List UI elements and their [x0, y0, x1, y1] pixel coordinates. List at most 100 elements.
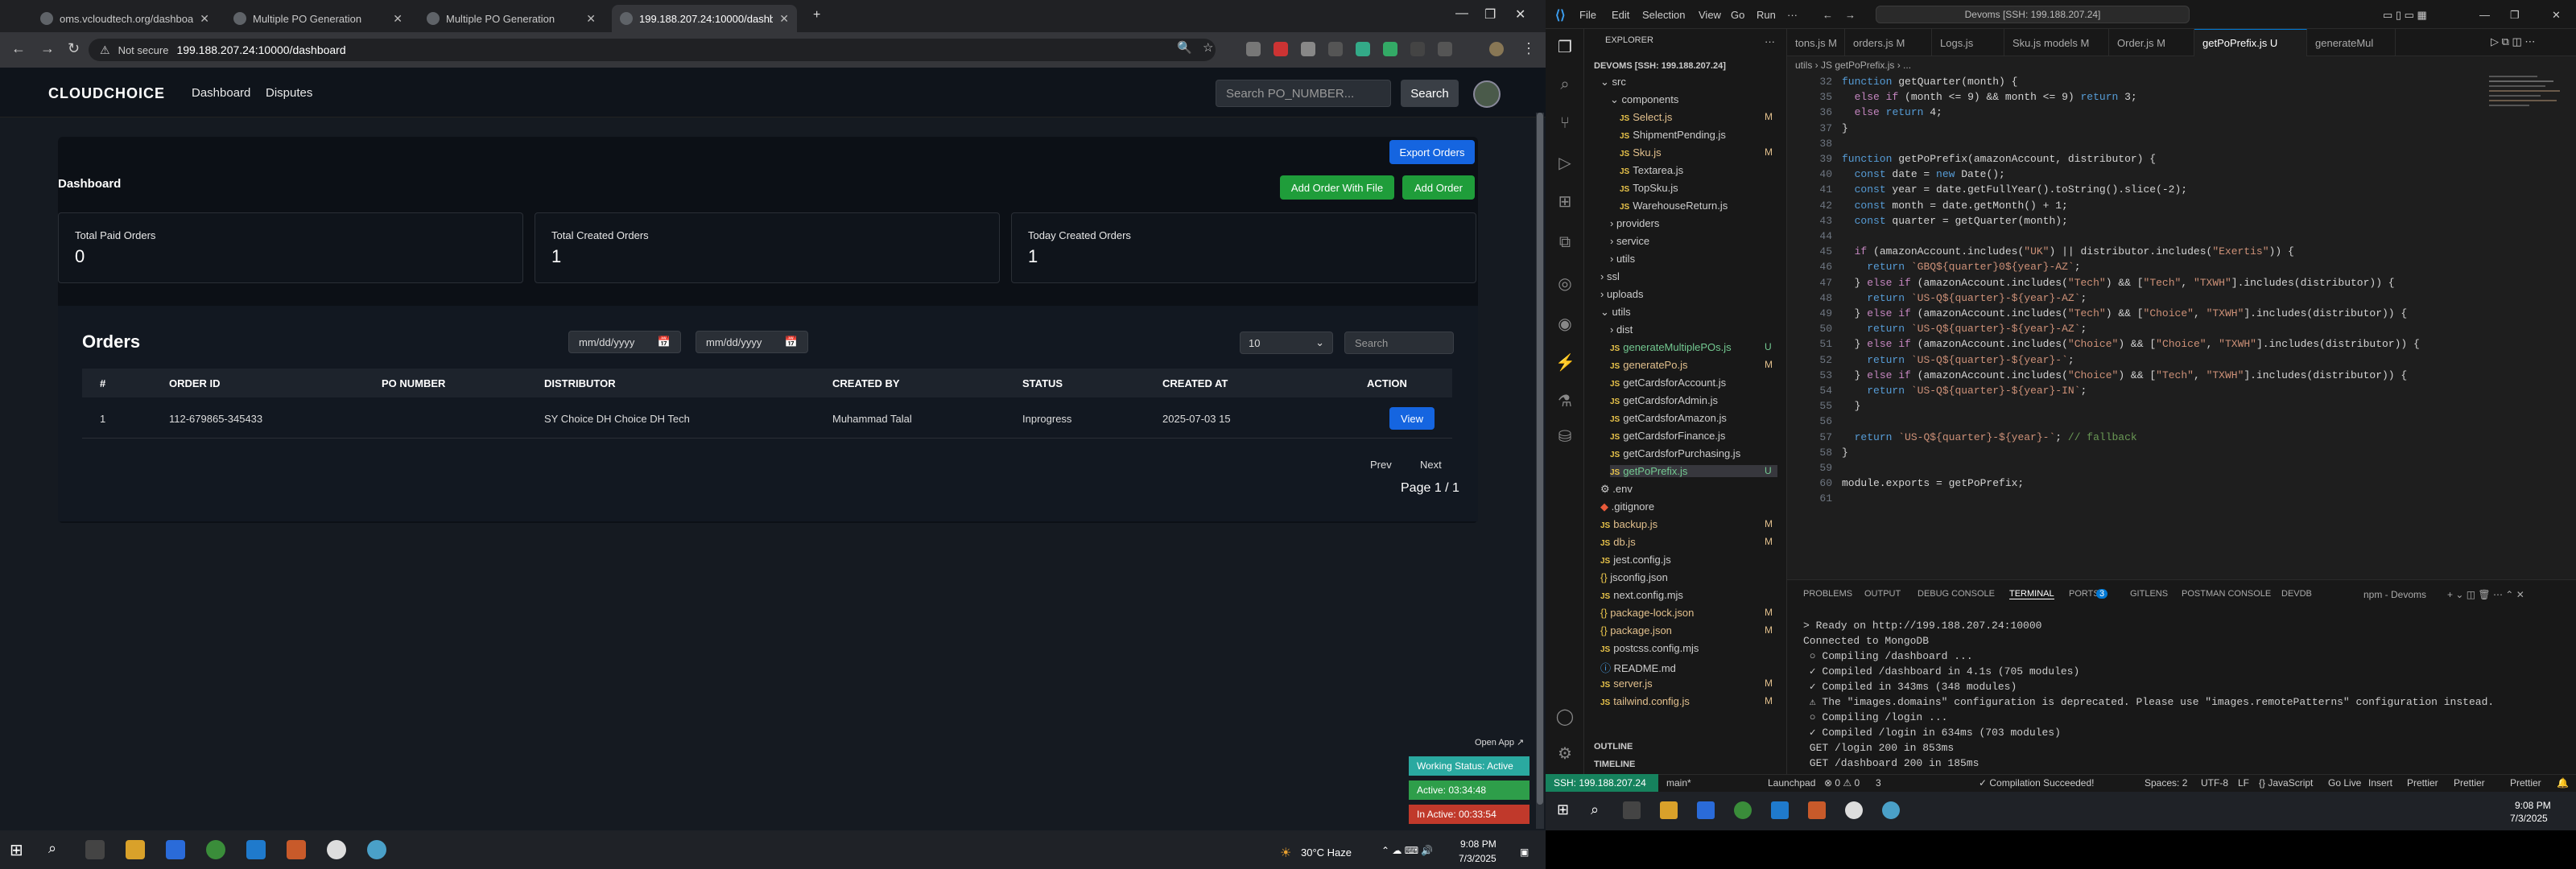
editor-tab[interactable]: generateMul [2307, 29, 2396, 56]
code-line[interactable]: const year = date.getFullYear().toString… [1842, 183, 2187, 196]
store-icon[interactable] [1697, 801, 1715, 819]
taskbar-time[interactable]: 9:08 PM [1460, 838, 1496, 850]
prettier-status[interactable]: Prettier [2454, 777, 2485, 789]
code-line[interactable]: return `US-Q${quarter}-${year}-AZ`; [1842, 323, 2087, 335]
extension-icon[interactable] [1246, 42, 1261, 56]
code-line[interactable]: return `US-Q${quarter}-${year}-AZ`; [1842, 292, 2087, 304]
extension-icon[interactable] [1383, 42, 1397, 56]
tree-file[interactable]: JS getCardsforAmazon.js [1610, 412, 1727, 424]
tray-icons[interactable]: ⌃ ☁ ⌨ 🔊 [1381, 845, 1433, 856]
user-avatar[interactable] [1473, 80, 1501, 108]
profile-avatar-icon[interactable] [1489, 42, 1504, 56]
tree-file[interactable]: JS getPoPrefix.js [1610, 465, 1777, 477]
page-size-select[interactable]: 10 ⌄ [1240, 332, 1333, 354]
tree-file[interactable]: ⚙ .env [1600, 483, 1633, 496]
calendar-icon[interactable]: 📅 [785, 336, 798, 348]
compile-status[interactable]: ✓ Compilation Succeeded! [1979, 777, 2094, 789]
code-line[interactable]: } else if (amazonAccount.includes("Tech"… [1842, 277, 2395, 289]
workspace-root[interactable]: DEVOMS [SSH: 199.188.207.24] [1594, 61, 1726, 71]
tree-file[interactable]: JS TopSku.js [1620, 182, 1678, 194]
panel-tab-gitlens[interactable]: GITLENS [2130, 589, 2168, 599]
restore-icon[interactable]: ❐ [1484, 6, 1496, 23]
browser-tab-1[interactable]: oms.vcloudtech.org/dashboard ✕ [32, 5, 217, 32]
date-to-input[interactable]: mm/dd/yyyy 📅 [696, 331, 808, 353]
date-from-input[interactable]: mm/dd/yyyy 📅 [568, 331, 681, 353]
tree-file[interactable]: JS postcss.config.mjs [1600, 642, 1699, 654]
extension-icon[interactable] [1274, 42, 1288, 56]
extensions-puzzle-icon[interactable] [1438, 42, 1452, 56]
run-debug-icon[interactable]: ▷ [1555, 153, 1575, 172]
tree-file[interactable]: {} jsconfig.json [1600, 571, 1668, 583]
problems-count[interactable]: ⊗ 0 ⚠ 0 [1824, 777, 1860, 789]
next-page-button[interactable]: Next [1420, 459, 1442, 471]
nav-forward-icon[interactable]: → [1845, 9, 1856, 21]
view-order-button[interactable]: View [1389, 407, 1435, 430]
panel-tab-terminal[interactable]: TERMINAL [2009, 589, 2054, 599]
menu-selection[interactable]: Selection [1642, 9, 1685, 21]
tree-file[interactable]: JS getCardsforAccount.js [1610, 377, 1726, 389]
app-icon[interactable] [327, 840, 346, 859]
close-window-icon[interactable]: ✕ [1515, 6, 1525, 23]
tree-folder[interactable]: › providers [1610, 217, 1659, 229]
command-center-search[interactable]: Devoms [SSH: 199.188.207.24] [1876, 6, 2190, 23]
extension-icon[interactable] [1301, 42, 1315, 56]
editor-actions[interactable]: ▷ ⧉ ◫ ⋯ [2491, 35, 2535, 48]
panel-tab-output[interactable]: OUTPUT [1864, 589, 1901, 599]
settings-gear-icon[interactable]: ⚙ [1555, 743, 1575, 763]
go-live[interactable]: Go Live [2328, 777, 2361, 789]
nav-back-icon[interactable]: ← [1823, 9, 1833, 21]
search-icon[interactable]: ⌕ [1591, 801, 1599, 818]
browser-tab-2[interactable]: Multiple PO Generation ✕ [225, 5, 411, 32]
menu-edit[interactable]: Edit [1612, 9, 1629, 21]
menu-more[interactable]: ··· [1787, 9, 1798, 21]
close-tab-icon[interactable]: ✕ [779, 12, 789, 26]
tree-folder[interactable]: › service [1610, 235, 1649, 247]
tree-file[interactable]: JS getCardsforFinance.js [1610, 430, 1725, 442]
add-order-with-file-button[interactable]: Add Order With File [1280, 175, 1394, 200]
taskbar-time[interactable]: 9:08 PM [2515, 800, 2551, 811]
tree-folder[interactable]: › uploads [1600, 288, 1644, 300]
code-line[interactable]: } [1842, 447, 1848, 459]
code-line[interactable]: return `US-Q${quarter}-${year}-`; // fal… [1842, 431, 2137, 443]
code-line[interactable]: return `GBQ${quarter}0${year}-AZ`; [1842, 261, 2080, 273]
code-line[interactable]: else return 4; [1842, 106, 1942, 118]
vscode-app-icon[interactable] [246, 840, 266, 859]
chrome-app-icon[interactable] [1734, 801, 1752, 819]
forward-icon[interactable]: → [40, 40, 55, 57]
editor-tab[interactable]: orders.js M [1845, 29, 1932, 56]
nav-disputes[interactable]: Disputes [266, 86, 312, 100]
source-control-icon[interactable]: ⑂ [1555, 114, 1575, 134]
tree-file[interactable]: JS ShipmentPending.js [1620, 129, 1726, 141]
app-icon[interactable] [1845, 801, 1863, 819]
explorer-icon[interactable]: ❐ [1555, 37, 1575, 56]
outline-section[interactable]: OUTLINE [1594, 742, 1633, 752]
calendar-icon[interactable]: 📅 [658, 336, 671, 348]
code-line[interactable]: } else if (amazonAccount.includes("Tech"… [1842, 307, 2408, 319]
tree-file[interactable]: JS backup.js [1600, 518, 1657, 530]
tree-file[interactable]: JS getCardsforPurchasing.js [1610, 447, 1740, 459]
line-ending[interactable]: LF [2238, 777, 2249, 789]
task-view-icon[interactable] [1623, 801, 1641, 819]
tree-file[interactable]: JS Sku.js [1620, 146, 1662, 159]
bookmark-star-icon[interactable]: ☆ [1203, 40, 1213, 55]
minimize-icon[interactable]: — [1455, 6, 1468, 21]
tree-file[interactable]: JS getCardsforAdmin.js [1610, 394, 1718, 406]
layout-icons[interactable]: ▭ ▯ ▭ ▦ [2383, 9, 2427, 22]
code-line[interactable]: return `US-Q${quarter}-${year}-`; [1842, 354, 2074, 366]
prettier-status[interactable]: Prettier [2510, 777, 2541, 789]
add-order-button[interactable]: Add Order [1402, 175, 1475, 200]
menu-view[interactable]: View [1699, 9, 1721, 21]
url-text[interactable]: 199.188.207.24:10000/dashboard [176, 43, 345, 56]
editor-tab[interactable]: tons.js M [1787, 29, 1845, 56]
code-line[interactable]: if (amazonAccount.includes("UK") || dist… [1842, 245, 2294, 257]
live-share-icon[interactable]: ⚡ [1555, 352, 1575, 372]
menu-run[interactable]: Run [1757, 9, 1776, 21]
tree-file[interactable]: JS server.js [1600, 677, 1653, 690]
tree-file[interactable]: JS generateMultiplePOs.js [1610, 341, 1732, 353]
extension-icon[interactable] [1328, 42, 1343, 56]
explorer-more-icon[interactable]: ··· [1765, 35, 1775, 47]
remote-explorer-icon[interactable]: ⧉ [1555, 233, 1575, 253]
store-icon[interactable] [166, 840, 185, 859]
language-mode[interactable]: {} JavaScript [2259, 777, 2313, 789]
tree-folder[interactable]: ⌄ components [1610, 93, 1678, 106]
